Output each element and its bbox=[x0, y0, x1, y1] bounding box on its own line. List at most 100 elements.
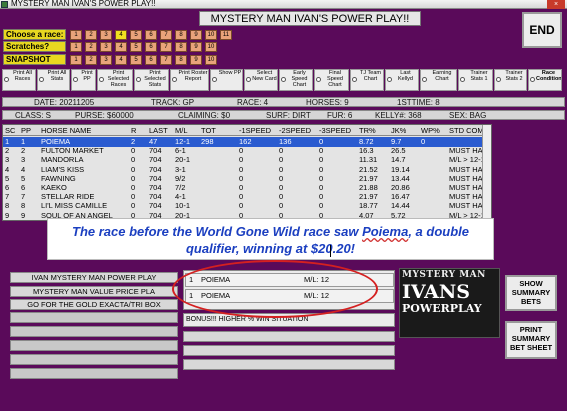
snapshot-3-button[interactable]: 3 bbox=[100, 55, 112, 65]
option-label: Trainer Stats 1 bbox=[470, 70, 488, 82]
empty-play-slot[interactable] bbox=[10, 326, 178, 337]
column-header-tr-[interactable]: TR% bbox=[359, 126, 376, 136]
option-final-speed-chart-radio[interactable]: Final Speed Chart bbox=[314, 69, 349, 91]
race-4-button[interactable]: 4 bbox=[115, 30, 127, 40]
option-print-roster-report-radio[interactable]: Print Roster Report bbox=[170, 69, 209, 91]
option-trainer-stats-1-radio[interactable]: Trainer Stats 1 bbox=[458, 69, 493, 91]
caption-text-1: The race before the World Gone Wild race… bbox=[72, 224, 363, 239]
option-tj-team-chart-radio[interactable]: TJ Team Chart bbox=[350, 69, 384, 91]
radio-button-icon bbox=[281, 77, 286, 82]
scratch-10-button[interactable]: 10 bbox=[205, 42, 217, 52]
option-race-conditions-radio[interactable]: Race Conditions bbox=[528, 69, 562, 91]
option-print-all-stats-radio[interactable]: Print All Stats bbox=[37, 69, 70, 91]
option-trainer-stats-2-radio[interactable]: Trainer Stats 2 bbox=[494, 69, 527, 91]
gold-exacta-button[interactable]: GO FOR THE GOLD EXACTA/TRI BOX bbox=[10, 299, 178, 310]
race-date: DATE: 20211205 bbox=[34, 98, 95, 107]
column-header--2speed[interactable]: -2SPEED bbox=[279, 126, 311, 136]
value-price-play-button[interactable]: MYSTERY MAN VALUE PRICE PLA bbox=[10, 286, 178, 297]
race-6-button[interactable]: 6 bbox=[145, 30, 157, 40]
race-10-button[interactable]: 10 bbox=[205, 30, 217, 40]
snapshot-4-button[interactable]: 4 bbox=[115, 55, 127, 65]
scratch-2-button[interactable]: 2 bbox=[85, 42, 97, 52]
close-button[interactable]: × bbox=[547, 0, 565, 9]
race-class: CLASS: S bbox=[15, 111, 52, 120]
empty-result-box bbox=[183, 359, 395, 370]
vertical-scrollbar[interactable] bbox=[482, 125, 491, 220]
column-header--3speed[interactable]: -3SPEED bbox=[319, 126, 351, 136]
option-early-speed-chart-radio[interactable]: Early Speed Chart bbox=[279, 69, 313, 91]
pick-pp: 1 bbox=[189, 275, 194, 284]
column-header-sc[interactable]: SC bbox=[5, 126, 15, 136]
option-label: Print Selected Races bbox=[107, 70, 130, 88]
column-header-r[interactable]: R bbox=[131, 126, 136, 136]
column-header--1speed[interactable]: -1SPEED bbox=[239, 126, 271, 136]
option-print-selected-stats-radio[interactable]: Print Selected Stats bbox=[134, 69, 169, 91]
column-header-last[interactable]: LAST bbox=[149, 126, 168, 136]
column-header-m-l[interactable]: M/L bbox=[175, 126, 188, 136]
scratch-6-button[interactable]: 6 bbox=[145, 42, 157, 52]
race-1-button[interactable]: 1 bbox=[70, 30, 82, 40]
snapshot-6-button[interactable]: 6 bbox=[145, 55, 157, 65]
snapshot-8-button[interactable]: 8 bbox=[175, 55, 187, 65]
scratch-4-button[interactable]: 4 bbox=[115, 42, 127, 52]
empty-play-slot[interactable] bbox=[10, 312, 178, 323]
snapshot-10-button[interactable]: 10 bbox=[205, 55, 217, 65]
option-select-new-card-radio[interactable]: Select New Card bbox=[244, 69, 278, 91]
show-summary-bets-button[interactable]: SHOW SUMMARY BETS bbox=[505, 275, 557, 311]
race-8-button[interactable]: 8 bbox=[175, 30, 187, 40]
option-show-pp-radio[interactable]: Show PP bbox=[210, 69, 243, 91]
column-header-wp-[interactable]: WP% bbox=[421, 126, 440, 136]
option-label: Race Conditions bbox=[536, 70, 562, 82]
option-print-selected-races-radio[interactable]: Print Selected Races bbox=[97, 69, 133, 91]
logo-line-2: IVANS bbox=[402, 281, 470, 303]
radio-button-icon bbox=[99, 77, 104, 82]
scratch-9-button[interactable]: 9 bbox=[190, 42, 202, 52]
empty-play-slot[interactable] bbox=[10, 368, 178, 379]
app-window: MYSTERY MAN IVAN'S POWER PLAY!! × MYSTER… bbox=[0, 0, 567, 411]
scratch-5-button[interactable]: 5 bbox=[130, 42, 142, 52]
snapshot-7-button[interactable]: 7 bbox=[160, 55, 172, 65]
column-header-pp[interactable]: PP bbox=[21, 126, 31, 136]
scratch-7-button[interactable]: 7 bbox=[160, 42, 172, 52]
race-furlongs: FUR: 6 bbox=[327, 111, 353, 120]
pick-name: POIEMA bbox=[201, 275, 231, 284]
race-firsttime: 1STTIME: 8 bbox=[397, 98, 440, 107]
power-play-button[interactable]: IVAN MYSTERY MAN POWER PLAY bbox=[10, 272, 178, 283]
race-7-button[interactable]: 7 bbox=[160, 30, 172, 40]
column-header-tot[interactable]: TOT bbox=[201, 126, 216, 136]
column-header-horse-name[interactable]: HORSE NAME bbox=[41, 126, 91, 136]
end-button[interactable]: END bbox=[522, 12, 562, 48]
empty-play-slot[interactable] bbox=[10, 340, 178, 351]
pick-morning-line: M/L: 12 bbox=[304, 275, 330, 284]
race-track: TRACK: GP bbox=[151, 98, 195, 107]
print-summary-bet-sheet-button[interactable]: PRINT SUMMARY BET SHEET bbox=[505, 321, 557, 359]
race-claiming: CLAIMING: $0 bbox=[178, 111, 231, 120]
snapshot-9-button[interactable]: 9 bbox=[190, 55, 202, 65]
option-label: Print Roster Report bbox=[178, 70, 208, 82]
race-11-button[interactable]: 11 bbox=[220, 30, 232, 40]
scratch-3-button[interactable]: 3 bbox=[100, 42, 112, 52]
snapshot-2-button[interactable]: 2 bbox=[85, 55, 97, 65]
table-header: SC PP HORSE NAME R LAST M/L TOT -1SPEED -2SPEED -… bbox=[3, 125, 491, 136]
option-earning-chart-radio[interactable]: Earning Chart bbox=[420, 69, 457, 91]
scratch-8-button[interactable]: 8 bbox=[175, 42, 187, 52]
app-banner: MYSTERY MAN IVAN'S POWER PLAY!! bbox=[199, 11, 421, 26]
option-print-pp-radio[interactable]: Print PP bbox=[71, 69, 96, 91]
option-label: TJ Team Chart bbox=[360, 70, 381, 82]
column-header-jk-[interactable]: JK% bbox=[391, 126, 406, 136]
option-last-kellyd-radio[interactable]: Last Kellyd bbox=[385, 69, 419, 91]
option-print-all-races-radio[interactable]: Print All Races bbox=[2, 69, 36, 91]
empty-play-slot[interactable] bbox=[10, 354, 178, 365]
race-2-button[interactable]: 2 bbox=[85, 30, 97, 40]
scratch-1-button[interactable]: 1 bbox=[70, 42, 82, 52]
radio-button-icon bbox=[422, 77, 427, 82]
race-9-button[interactable]: 9 bbox=[190, 30, 202, 40]
snapshot-5-button[interactable]: 5 bbox=[130, 55, 142, 65]
app-icon bbox=[1, 1, 8, 8]
snapshot-1-button[interactable]: 1 bbox=[70, 55, 82, 65]
class-info-bar: CLASS: S PURSE: $60000 CLAIMING: $0 SURF… bbox=[2, 110, 565, 120]
race-5-button[interactable]: 5 bbox=[130, 30, 142, 40]
race-3-button[interactable]: 3 bbox=[100, 30, 112, 40]
radio-button-icon bbox=[136, 77, 141, 82]
option-label: Last Kellyd bbox=[398, 70, 413, 82]
